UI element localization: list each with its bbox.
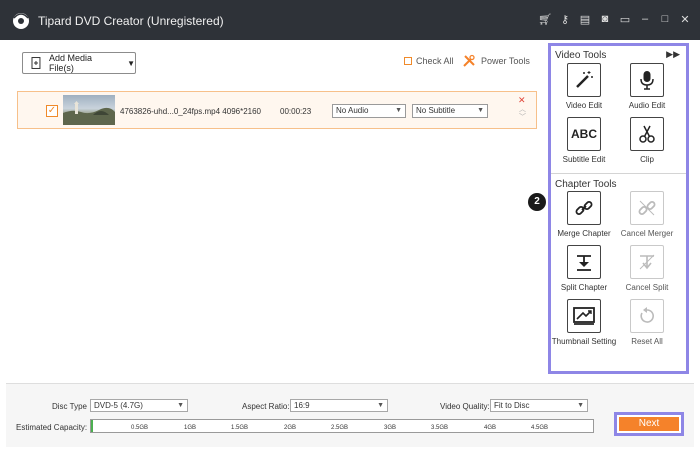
capacity-tick: 2.5GB [331, 425, 349, 431]
tool-label: Cancel Split [625, 283, 669, 292]
microphone-icon [630, 63, 664, 97]
collapse-panel-icon[interactable]: ▶▶ [666, 49, 680, 60]
reset-all-tool[interactable]: Reset All [614, 299, 680, 347]
subtitle-edit-tool[interactable]: ABC Subtitle Edit [551, 117, 617, 165]
disc-type-select[interactable]: DVD-5 (4.7G) ▼ [90, 399, 188, 412]
video-tools-title: Video Tools [555, 50, 607, 61]
duration: 00:00:23 [280, 107, 312, 116]
aspect-ratio-select[interactable]: 16:9 ▼ [290, 399, 388, 412]
chevron-down-icon: ▼ [177, 402, 184, 409]
chevron-down-icon: ▼ [395, 107, 402, 114]
close-icon[interactable]: ✕ [678, 12, 692, 26]
reset-icon [630, 299, 664, 333]
merge-chapter-tool[interactable]: Merge Chapter [551, 191, 617, 239]
tool-label: Cancel Merger [620, 229, 674, 238]
subtitle-select-value: No Subtitle [416, 106, 456, 115]
link-icon [567, 191, 601, 225]
disc-type-label: Disc Type [52, 402, 87, 411]
remove-icon[interactable]: ✕ [518, 95, 526, 106]
chevron-down-icon: ▼ [477, 107, 484, 114]
audio-select[interactable]: No Audio ▼ [332, 104, 406, 118]
app-logo-icon [13, 13, 29, 29]
cancel-split-tool[interactable]: Cancel Split [614, 245, 680, 293]
bottom-settings: Disc Type DVD-5 (4.7G) ▼ Aspect Ratio: 1… [6, 383, 694, 447]
register-icon[interactable]: ▤ [578, 12, 592, 26]
add-file-icon [31, 57, 41, 69]
tool-label: Video Edit [565, 101, 603, 110]
check-all-label: Check All [416, 56, 454, 66]
capacity-tick: 2GB [284, 425, 297, 431]
cancel-merger-tool[interactable]: Cancel Merger [614, 191, 680, 239]
subtitle-select[interactable]: No Subtitle ▼ [412, 104, 488, 118]
add-media-button[interactable]: Add Media File(s) ▼ [22, 52, 136, 74]
split-icon [567, 245, 601, 279]
maximize-icon[interactable]: □ [658, 12, 672, 26]
power-tools-label: Power Tools [481, 56, 530, 66]
next-button[interactable]: Next [619, 417, 679, 431]
capacity-fill [91, 420, 93, 432]
magic-wand-icon [567, 63, 601, 97]
chevron-down-icon: ▼ [577, 402, 584, 409]
chapter-tools-title: Chapter Tools [555, 179, 617, 190]
title-bar: Tipard DVD Creator (Unregistered) 🛒︎ ⚷ ▤… [0, 0, 700, 40]
row-checkbox[interactable]: ✓ [46, 105, 58, 117]
tool-label: Reset All [631, 337, 663, 346]
media-row[interactable]: ✓ 4763826-uhd...0_24fps.mp4 4096*2160 00… [17, 91, 537, 129]
capacity-bar: 0.5GB 1GB 1.5GB 2GB 2.5GB 3GB 3.5GB 4GB … [90, 419, 594, 433]
capacity-tick: 4.5GB [531, 425, 549, 431]
window-title: Tipard DVD Creator (Unregistered) [38, 14, 224, 28]
check-all[interactable]: Check All [404, 56, 454, 66]
aspect-ratio-label: Aspect Ratio: [242, 402, 290, 411]
aspect-ratio-value: 16:9 [294, 401, 310, 410]
clip-tool[interactable]: Clip [614, 117, 680, 165]
add-media-label: Add Media File(s) [48, 53, 92, 73]
cancel-split-icon [630, 245, 664, 279]
thumbnail-setting-tool[interactable]: Thumbnail Setting [551, 299, 617, 347]
video-quality-value: Fit to Disc [494, 401, 530, 410]
tool-label: Split Chapter [560, 283, 608, 292]
tools-icon [463, 54, 475, 67]
power-tools-button[interactable]: Power Tools [462, 54, 530, 68]
video-quality-label: Video Quality: [440, 402, 490, 411]
tool-label: Merge Chapter [557, 229, 611, 238]
video-edit-tool[interactable]: Video Edit [551, 63, 617, 111]
capacity-tick: 1.5GB [231, 425, 249, 431]
tool-label: Clip [640, 155, 654, 164]
tool-label: Audio Edit [628, 101, 666, 110]
estimated-capacity-label: Estimated Capacity: [16, 423, 88, 432]
capacity-tick: 0.5GB [131, 425, 149, 431]
next-button-highlight: Next [614, 412, 684, 436]
audio-select-value: No Audio [336, 106, 369, 115]
tool-label: Subtitle Edit [562, 155, 606, 164]
chat-icon[interactable]: ◙ [598, 12, 612, 26]
split-chapter-tool[interactable]: Split Chapter [551, 245, 617, 293]
step-badge-2: 2 [528, 193, 546, 211]
broken-link-icon [630, 191, 664, 225]
reorder-arrows-icon[interactable]: ︿ ﹀ [519, 106, 526, 122]
audio-edit-tool[interactable]: Audio Edit [614, 63, 680, 111]
thumbnail-icon [567, 299, 601, 333]
video-quality-select[interactable]: Fit to Disc ▼ [490, 399, 588, 412]
key-icon[interactable]: ⚷ [558, 12, 572, 26]
chevron-down-icon: ▼ [127, 58, 135, 68]
disc-type-value: DVD-5 (4.7G) [94, 401, 143, 410]
file-name: 4763826-uhd...0_24fps.mp4 4096*2160 [120, 107, 262, 116]
capacity-tick: 4GB [484, 425, 497, 431]
tools-panel: ▶▶ Video Tools Video Edit Audio Edit ABC… [548, 43, 689, 374]
capacity-tick: 3.5GB [431, 425, 449, 431]
section-divider [551, 173, 686, 174]
cart-icon[interactable]: 🛒︎ [538, 12, 552, 26]
scissors-icon [630, 117, 664, 151]
abc-icon: ABC [567, 117, 601, 151]
chevron-down-icon: ▼ [377, 402, 384, 409]
capacity-tick: 3GB [384, 425, 397, 431]
capacity-tick: 1GB [184, 425, 197, 431]
feedback-icon[interactable]: ▭ [618, 12, 632, 26]
video-thumbnail[interactable] [63, 95, 115, 125]
check-all-checkbox[interactable] [404, 57, 412, 65]
minimize-icon[interactable]: – [638, 12, 652, 26]
tool-label: Thumbnail Setting [551, 337, 617, 346]
